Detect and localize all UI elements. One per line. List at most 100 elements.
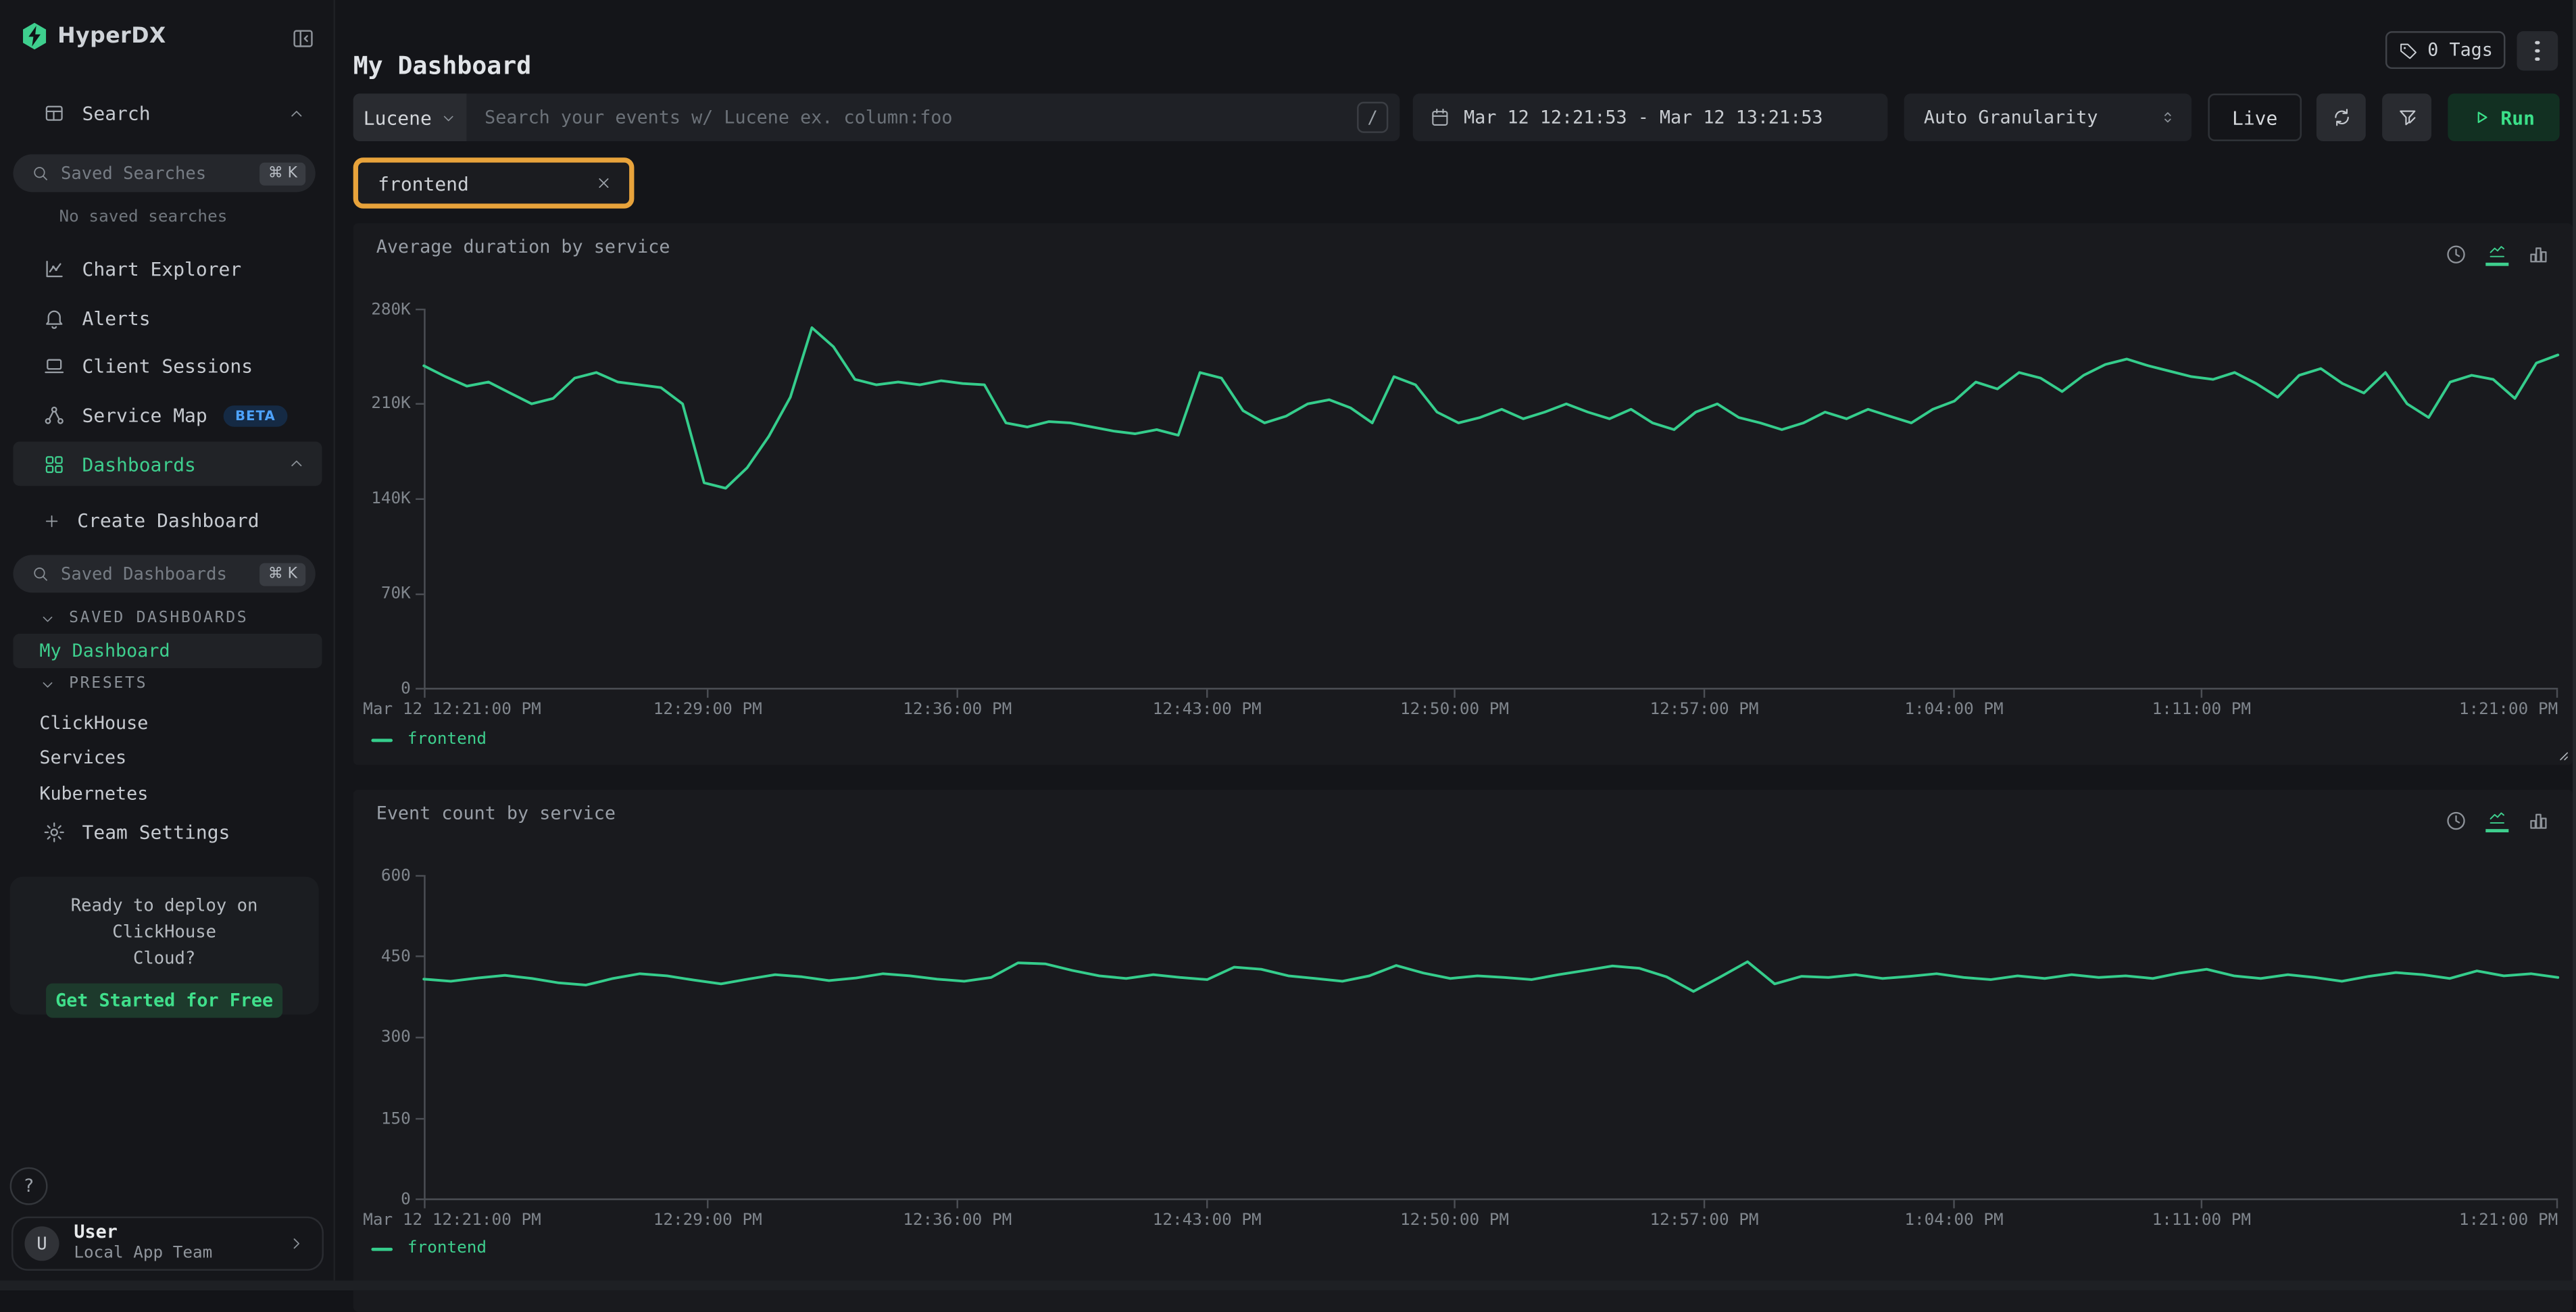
close-icon[interactable] — [595, 174, 613, 193]
sidebar-item-search[interactable]: Search — [13, 92, 322, 134]
x-axis: Mar 12 12:21:00 PM12:29:00 PM12:36:00 PM… — [424, 1211, 2558, 1231]
clock-icon[interactable] — [2445, 242, 2468, 265]
bar-chart-icon[interactable] — [2527, 242, 2550, 265]
live-button[interactable]: Live — [2208, 94, 2302, 141]
line-chart-icon[interactable] — [2485, 241, 2508, 266]
saved-searches-field[interactable] — [61, 163, 249, 183]
x-axis: Mar 12 12:21:00 PM12:29:00 PM12:36:00 PM… — [424, 701, 2558, 721]
sidebar-item-kubernetes[interactable]: Kubernetes — [13, 776, 322, 811]
query-language-select[interactable]: Lucene — [353, 94, 467, 141]
laptop-icon — [43, 355, 66, 378]
app-window: HyperDX Search ⌘ K No saved searches Cha… — [0, 0, 2576, 1290]
chart-card-toolbar — [2445, 808, 2550, 832]
search-icon — [31, 164, 49, 182]
bar-chart-icon[interactable] — [2527, 809, 2550, 832]
create-dashboard-button[interactable]: Create Dashboard — [13, 499, 322, 542]
chevron-up-icon — [287, 104, 305, 122]
x-tick-label: 1:04:00 PM — [1904, 1211, 2003, 1230]
user-name: User — [74, 1222, 272, 1244]
sidebar-item-dashboards[interactable]: Dashboards — [13, 442, 322, 486]
run-button[interactable]: Run — [2448, 94, 2559, 141]
chart-canvas — [424, 875, 2558, 1200]
user-menu[interactable]: U User Local App Team — [11, 1217, 324, 1271]
time-range-picker[interactable] — [1413, 94, 1888, 141]
sidebar-item-clickhouse[interactable]: ClickHouse — [13, 706, 322, 740]
chart-card-average-duration: Average duration by service 070K140K210K… — [353, 223, 2573, 765]
chart-card-toolbar — [2445, 241, 2550, 266]
sidebar-item-alerts[interactable]: Alerts — [13, 297, 322, 340]
chevron-right-icon — [287, 1234, 305, 1253]
filter-button[interactable] — [2382, 94, 2431, 141]
saved-dashboards-input[interactable]: ⌘ K — [13, 555, 315, 592]
collapse-sidebar-icon[interactable] — [291, 26, 315, 51]
legend-frontend[interactable]: frontend — [371, 730, 487, 749]
search-icon — [31, 565, 49, 583]
x-tick-label: 12:57:00 PM — [1650, 701, 1759, 720]
dashboard-menu-button[interactable] — [2517, 31, 2558, 70]
line-chart-average-duration: 070K140K210K280K Mar 12 12:21:00 PM12:29… — [424, 309, 2558, 690]
help-button[interactable]: ? — [10, 1167, 48, 1205]
y-tick-label: 300 — [381, 1028, 411, 1046]
sidebar-item-label: Dashboards — [82, 452, 196, 475]
section-title: SAVED DASHBOARDS — [69, 609, 248, 628]
brand-name: HyperDX — [57, 24, 166, 49]
legend-label: frontend — [407, 730, 487, 749]
chevron-down-icon — [39, 676, 55, 692]
preset-link-label: Services — [39, 747, 126, 769]
user-team: Local App Team — [74, 1244, 272, 1265]
legend-frontend[interactable]: frontend — [371, 1240, 487, 1258]
hyperdx-logo-icon — [22, 22, 48, 51]
y-tick-label: 210K — [371, 395, 411, 413]
sidebar-item-label: Service Map — [82, 404, 207, 427]
sidebar-item-services[interactable]: Services — [13, 740, 322, 775]
y-tick-label: 150 — [381, 1110, 411, 1128]
refresh-icon — [2331, 107, 2352, 128]
chevron-up-icon — [287, 455, 305, 473]
y-tick-label: 70K — [381, 585, 411, 603]
refresh-button[interactable] — [2317, 94, 2366, 141]
sidebar: HyperDX Search ⌘ K No saved searches Cha… — [0, 0, 335, 1290]
keyboard-shortcut: ⌘ K — [260, 161, 306, 184]
chart-card-event-count: Event count by service 0150300450600 Mar… — [353, 790, 2573, 1312]
get-started-button[interactable]: Get Started for Free — [46, 984, 282, 1018]
granularity-select[interactable]: Auto Granularity — [1904, 94, 2191, 141]
search-input[interactable] — [466, 107, 1357, 128]
sidebar-item-my-dashboard[interactable]: My Dashboard — [13, 634, 322, 668]
x-tick-label: 12:57:00 PM — [1650, 1211, 1759, 1230]
sidebar-item-chart-explorer[interactable]: Chart Explorer — [13, 248, 322, 291]
clickhouse-cloud-promo: Ready to deploy on ClickHouse Cloud? Get… — [10, 877, 319, 1015]
filter-chip-value: frontend — [378, 172, 595, 195]
bell-icon — [43, 307, 66, 330]
create-dashboard-label: Create Dashboard — [77, 509, 259, 532]
x-tick-label: Mar 12 12:21:00 PM — [363, 701, 541, 720]
sidebar-item-label: Team Settings — [82, 821, 230, 844]
saved-searches-input[interactable]: ⌘ K — [13, 154, 315, 192]
sidebar-item-client-sessions[interactable]: Client Sessions — [13, 345, 322, 387]
horizontal-scrollbar[interactable] — [0, 1280, 2576, 1290]
legend-swatch — [371, 1247, 393, 1251]
section-title: PRESETS — [69, 675, 147, 693]
y-tick-label: 0 — [401, 1190, 411, 1209]
tags-label: 0 Tags — [2427, 39, 2493, 61]
tags-button[interactable]: 0 Tags — [2385, 31, 2505, 69]
x-tick-label: 1:11:00 PM — [2152, 701, 2251, 720]
section-saved-dashboards[interactable]: SAVED DASHBOARDS — [39, 609, 248, 628]
x-tick-label: 12:50:00 PM — [1400, 701, 1509, 720]
vertical-scrollbar[interactable] — [2573, 0, 2576, 1290]
filter-chip-frontend[interactable]: frontend — [353, 157, 635, 208]
sidebar-item-label: Alerts — [82, 307, 151, 330]
resize-handle-icon[interactable] — [2553, 745, 2569, 761]
x-tick-label: 12:29:00 PM — [653, 1211, 762, 1230]
kebab-icon — [2535, 41, 2540, 45]
x-tick-label: Mar 12 12:21:00 PM — [363, 1211, 541, 1230]
x-tick-label: 1:21:00 PM — [2459, 1211, 2558, 1230]
time-range-value[interactable] — [1464, 107, 1871, 128]
sidebar-item-team-settings[interactable]: Team Settings — [13, 811, 322, 853]
y-axis: 070K140K210K280K — [345, 309, 411, 690]
line-chart-icon[interactable] — [2485, 808, 2508, 832]
clock-icon[interactable] — [2445, 809, 2468, 832]
saved-dashboards-field[interactable] — [61, 564, 249, 584]
sidebar-item-service-map[interactable]: Service Map BETA — [13, 394, 322, 436]
play-icon — [2473, 108, 2491, 126]
section-presets[interactable]: PRESETS — [39, 675, 147, 693]
